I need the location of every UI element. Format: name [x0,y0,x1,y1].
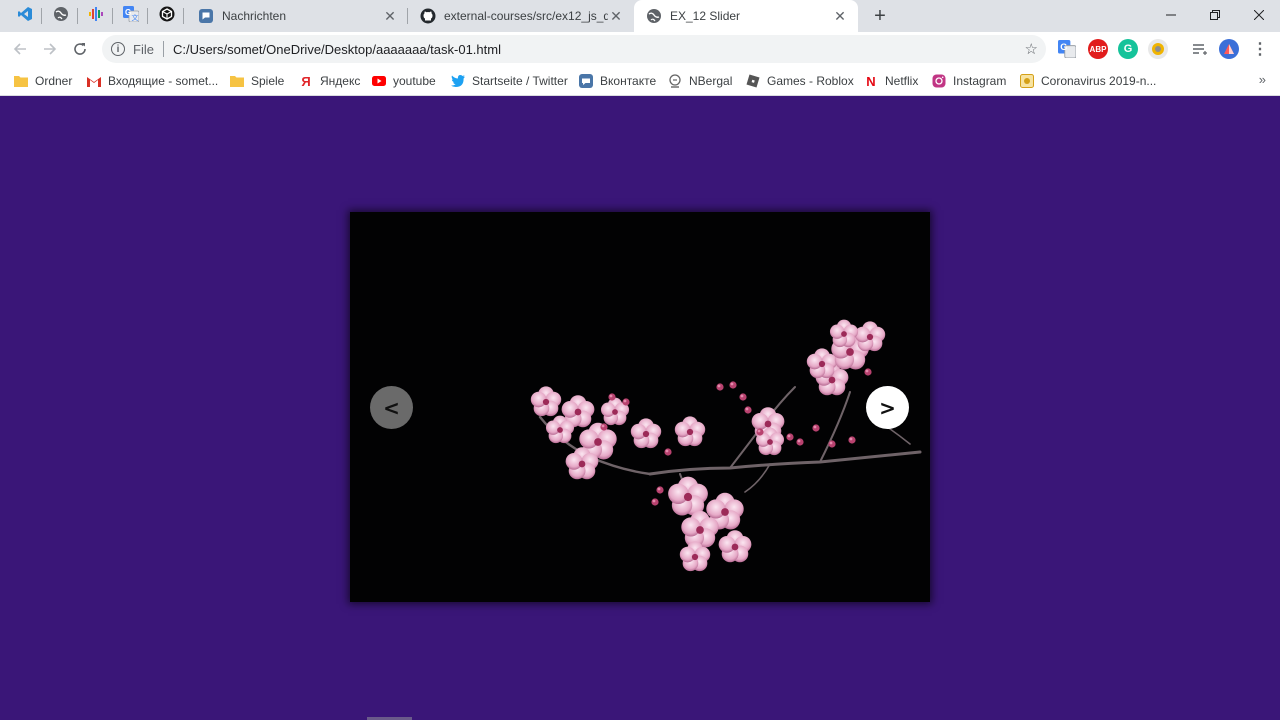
reading-list-icon [1193,44,1207,55]
forward-button[interactable] [38,37,62,61]
translate-icon: G文 [123,5,140,27]
tab-strip: G文 Nachrichten ✕ external-courses/src/ex… [0,0,1280,32]
adblock-icon: ABP [1089,44,1107,54]
chat-icon [198,8,214,24]
coronavirus-icon [1020,74,1034,88]
svg-text:文: 文 [132,13,139,22]
tab-ex12-slider[interactable]: EX_12 Slider ✕ [634,0,858,32]
arrow-left-icon [13,43,26,55]
tab-nachrichten[interactable]: Nachrichten ✕ [186,0,408,32]
info-icon[interactable]: i [111,42,125,56]
svg-text:G: G [125,8,131,17]
browser-toolbar: i File C:/Users/somet/OneDrive/Desktop/a… [0,32,1280,66]
vscode-icon [17,6,33,27]
pinned-tab-audio[interactable] [79,0,113,32]
close-icon [1254,10,1264,20]
extension-button[interactable] [1148,39,1168,59]
pinned-tab-codesandbox[interactable] [150,0,184,32]
close-icon[interactable]: ✕ [382,8,398,24]
bookmark-spiele[interactable]: Spiele [230,72,284,90]
cherry-blossom-image [350,212,930,602]
bookmark-nbergal[interactable]: NBergal [668,72,732,90]
grammarly-extension[interactable]: G [1118,39,1138,59]
roblox-icon [746,74,760,88]
bookmark-star-icon[interactable]: ☆ [1025,40,1038,58]
bookmark-instagram[interactable]: Instagram [932,72,1006,90]
bookmark-roblox[interactable]: Games - Roblox [746,72,854,90]
minimize-icon [1166,14,1176,16]
gmail-icon [87,74,101,88]
bookmark-ordner[interactable]: Ordner [14,72,72,90]
url-text[interactable]: C:/Users/somet/OneDrive/Desktop/aaaaaaa/… [173,42,501,57]
arrow-right-icon [44,43,57,55]
nbergal-icon [668,74,682,88]
tab-title: external-courses/src/ex12_js_dom [444,9,608,23]
github-icon [420,8,436,24]
more-vert-icon: ⋮ [1252,41,1268,58]
image-slider: < > [350,212,930,602]
codesandbox-icon [159,6,175,27]
page-body: < > [0,96,1280,720]
reload-button[interactable] [68,37,92,61]
more-bookmarks-button[interactable]: » [1259,72,1266,87]
bookmark-coronavirus[interactable]: Coronavirus 2019-n... [1020,72,1156,90]
vk-icon [579,74,593,88]
address-bar[interactable]: i File C:/Users/somet/OneDrive/Desktop/a… [102,35,1046,63]
close-icon[interactable]: ✕ [832,8,848,24]
bookmark-netflix[interactable]: N Netflix [864,72,918,90]
menu-button[interactable]: ⋮ [1250,39,1270,59]
pinned-tab-vscode[interactable] [8,0,42,32]
close-icon[interactable]: ✕ [608,8,624,24]
translate-icon: G [1058,40,1076,58]
globe-icon [53,6,69,27]
bookmark-gmail[interactable]: Входящие - somet... [87,72,218,90]
bookmark-youtube[interactable]: youtube [372,72,436,90]
svg-text:G: G [1060,42,1067,52]
yandex-icon: Я [301,73,311,89]
slider-next-button[interactable]: > [866,386,909,429]
twitter-icon [451,74,465,88]
close-window-button[interactable] [1238,0,1280,30]
protocol-label: File [133,41,154,57]
new-tab-button[interactable]: + [868,4,892,28]
reading-list-button[interactable] [1190,39,1210,59]
bookmark-yandex[interactable]: Я Яндекс [299,72,360,90]
extension-icon [1152,43,1164,55]
folder-icon [230,74,244,88]
globe-icon [646,8,662,24]
profile-avatar-icon [1224,44,1234,54]
youtube-icon [372,74,386,88]
tab-external-courses[interactable]: external-courses/src/ex12_js_dom ✕ [408,0,634,32]
folder-icon [14,74,28,88]
restore-button[interactable] [1194,0,1236,30]
pinned-tab-translate[interactable]: G文 [114,0,148,32]
adblock-extension[interactable]: ABP [1088,39,1108,59]
tab-title: Nachrichten [222,9,287,23]
slider-prev-button[interactable]: < [370,386,413,429]
translate-extension[interactable]: G [1057,39,1077,59]
back-button[interactable] [8,37,32,61]
restore-icon [1210,10,1220,20]
reload-icon [74,43,86,55]
grammarly-icon: G [1123,43,1133,55]
tab-title: EX_12 Slider [670,9,741,23]
pinned-tab-globe[interactable] [44,0,78,32]
audio-bars-icon [88,6,104,27]
netflix-icon: N [866,73,876,89]
profile-avatar[interactable] [1219,39,1239,59]
minimize-button[interactable] [1150,0,1192,30]
bookmarks-bar: Ordner Входящие - somet... Spiele Я Янде… [0,66,1280,96]
instagram-icon [932,74,946,88]
bookmark-vkontakte[interactable]: Вконтакте [579,72,656,90]
bookmark-twitter[interactable]: Startseite / Twitter [451,72,568,90]
